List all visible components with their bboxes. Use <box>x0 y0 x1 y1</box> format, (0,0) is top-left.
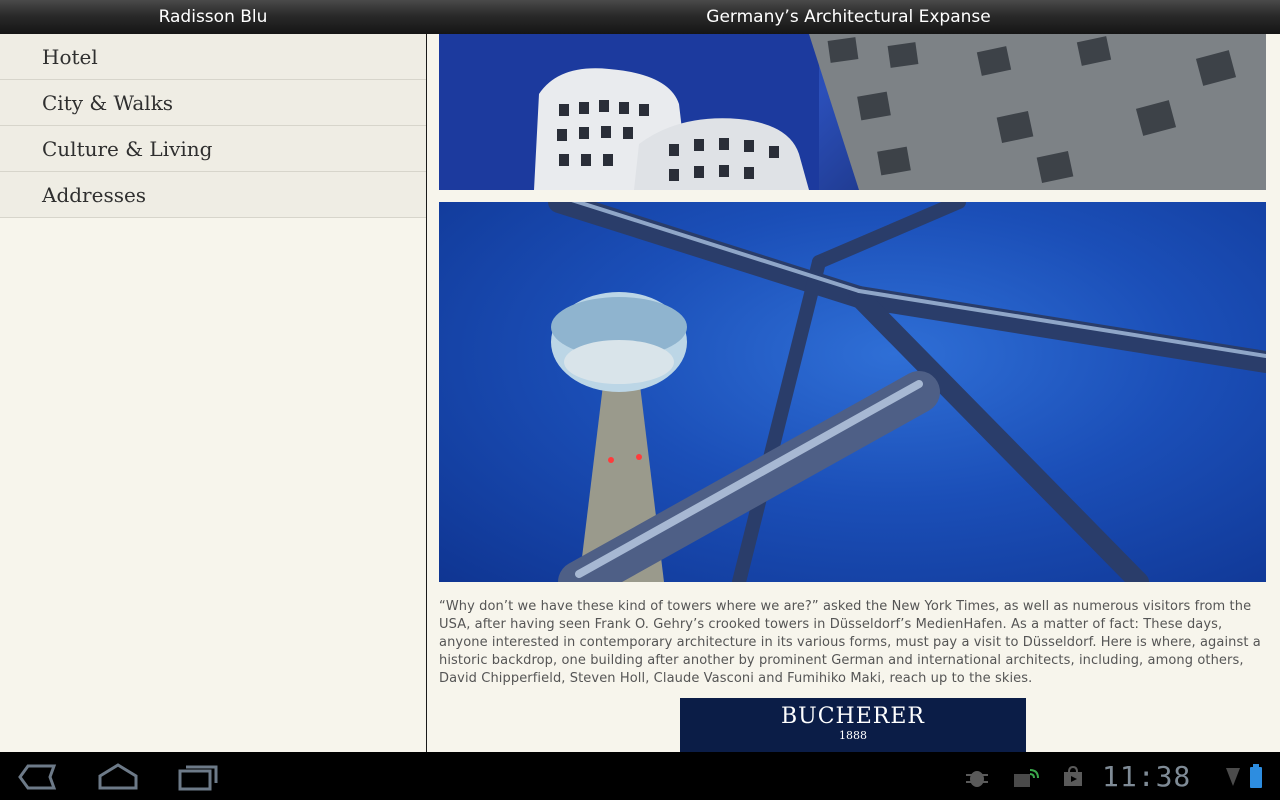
sync-icon <box>1012 766 1040 792</box>
sidebar-menu: Hotel City & Walks Culture & Living Addr… <box>0 34 426 752</box>
sidebar-item-label: Hotel <box>42 44 98 69</box>
sidebar-item-addresses[interactable]: Addresses <box>0 172 426 218</box>
recent-apps-icon[interactable] <box>178 762 218 796</box>
gehry-towers-photo <box>439 34 1266 190</box>
sidebar-item-label: Addresses <box>42 182 147 207</box>
signal-icon <box>1224 766 1242 792</box>
home-icon[interactable] <box>96 762 140 796</box>
sidebar-item-label: City & Walks <box>42 90 174 115</box>
article-pane[interactable]: “Why don’t we have these kind of towers … <box>427 34 1280 752</box>
ad-brand: BUCHERER <box>781 704 925 729</box>
title-bar: Radisson Blu Germany’s Architectural Exp… <box>0 0 1280 34</box>
bucherer-ad-banner[interactable]: BUCHERER 1888 <box>680 698 1026 752</box>
back-icon[interactable] <box>18 762 58 796</box>
app-title: Radisson Blu <box>158 7 268 27</box>
system-bar: 11:38 <box>0 752 1280 800</box>
clock: 11:38 <box>1102 760 1192 793</box>
debug-icon <box>964 766 990 792</box>
article-paragraph: “Why don’t we have these kind of towers … <box>439 599 1261 686</box>
sidebar-item-hotel[interactable]: Hotel <box>0 34 426 80</box>
sidebar-item-label: Culture & Living <box>42 136 213 161</box>
sidebar-item-culture-living[interactable]: Culture & Living <box>0 126 426 172</box>
rheinturm-photo <box>439 202 1266 582</box>
battery-icon <box>1250 764 1262 792</box>
sidebar-item-city-walks[interactable]: City & Walks <box>0 80 426 126</box>
ad-year: 1888 <box>839 729 867 742</box>
page-title: Germany’s Architectural Expanse <box>706 7 991 27</box>
store-icon <box>1062 765 1084 792</box>
